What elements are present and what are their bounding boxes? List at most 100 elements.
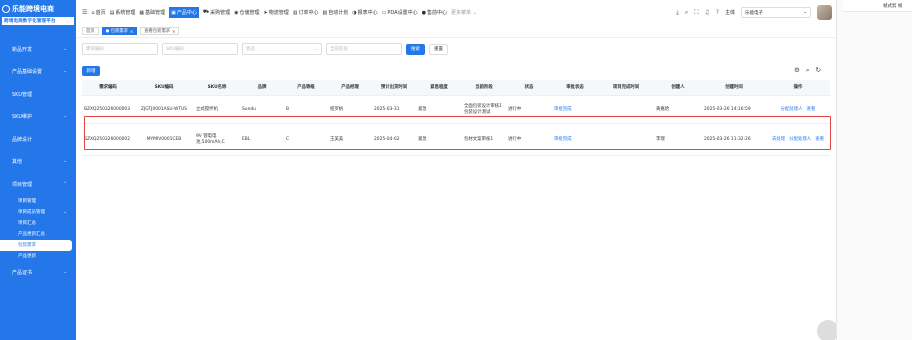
column-header: 紧急程度 bbox=[430, 84, 448, 90]
chevron-down-icon: ⌄ bbox=[63, 159, 67, 165]
sidebar-subitem-project-summary[interactable]: 项目汇总 bbox=[0, 218, 76, 229]
top-bar: ☰ ⌂ 首页 ▤ 系统管理 ▦ 基础管理 ▣ 产品中心 ⛟ 采购管理 ◉ 仓储管理 ➤ 物流管… bbox=[76, 0, 836, 25]
column-header: 当前阶段 bbox=[475, 84, 493, 90]
sidebar-subitem-product-update-summary[interactable]: 产品更新汇总 bbox=[0, 229, 76, 240]
column-header: 品牌 bbox=[257, 84, 267, 90]
close-icon[interactable]: × bbox=[172, 29, 175, 34]
sidebar: 乐能跨境电商 跨境电商数字化管理平台 新品开发 ⌄ 产品基础设置 ⌄ SKU管理 S… bbox=[0, 0, 76, 340]
sidebar-item-product-settings[interactable]: 产品基础设置 ⌄ bbox=[0, 61, 76, 84]
sidebar-item-product-certificate[interactable]: 产品证书 ⌄ bbox=[0, 262, 76, 285]
column-header: 产品等级 bbox=[297, 84, 315, 90]
cart-icon: ⛟ bbox=[202, 9, 210, 15]
topnav-product-center[interactable]: ▣ 产品中心 bbox=[169, 7, 199, 18]
sku-code-input[interactable]: SKU编码 bbox=[162, 43, 238, 55]
sidebar-subitem-label: 包装需求 bbox=[18, 243, 36, 248]
topnav-label: 基础管理 bbox=[145, 10, 166, 16]
side-panel: 帧式剪 帧 bbox=[836, 0, 912, 340]
product-icon: ▣ bbox=[171, 9, 176, 16]
topnav-basic[interactable]: ▦ 基础管理 bbox=[139, 9, 166, 17]
brand-subtitle: 跨境电商数字化管理平台 bbox=[2, 17, 74, 25]
sidebar-item-project-management[interactable]: 项目管理 ⌃ bbox=[0, 173, 76, 196]
plan-icon: ▧ bbox=[322, 9, 328, 16]
topnav-orders[interactable]: ▥ 订单中心 bbox=[293, 9, 319, 17]
tab-view-packaging-request[interactable]: 查看包装需求 × bbox=[140, 27, 180, 35]
chevron-down-icon: ⌄ bbox=[314, 46, 318, 52]
side-panel-header: 帧式剪 帧 bbox=[843, 0, 912, 12]
avatar[interactable] bbox=[817, 5, 832, 20]
download-icon[interactable]: ⤓ bbox=[676, 9, 679, 17]
table-header-row: 需求编码 SKU编码 SKU名称 品牌 产品等级 产品经理 预计出货时间 紧急程… bbox=[82, 80, 830, 96]
chevron-down-icon: ⌄ bbox=[63, 46, 67, 52]
search-icon[interactable]: ⌕ bbox=[685, 9, 688, 17]
sidebar-subitem-label: 产品更新 bbox=[18, 254, 36, 259]
topnav-label: 系统管理 bbox=[115, 10, 136, 16]
topnav-more[interactable]: 更多菜单 ⌄ bbox=[451, 9, 477, 16]
topnav-purchase[interactable]: ⛟ 采购管理 bbox=[203, 9, 230, 16]
view-link[interactable]: 查看 bbox=[807, 107, 816, 113]
topnav-label: 报表中心 bbox=[357, 10, 378, 16]
column-header: 状态 bbox=[524, 84, 534, 90]
topnav-warehouse[interactable]: ◉ 仓储管理 bbox=[234, 9, 259, 17]
menu-icon[interactable]: ☰ bbox=[82, 9, 87, 16]
column-header: 需求编码 bbox=[99, 84, 117, 90]
sidebar-item-label: SKU维护 bbox=[12, 114, 32, 121]
topnav-home[interactable]: ⌂ 首页 bbox=[91, 9, 105, 17]
chevron-down-icon: ⌄ bbox=[63, 209, 67, 215]
close-icon[interactable]: × bbox=[130, 29, 133, 34]
sidebar-subitem-project-members[interactable]: 项目成员管理 ⌄ bbox=[0, 207, 76, 218]
sidebar-item-new-product[interactable]: 新品开发 ⌄ bbox=[0, 38, 76, 61]
sidebar-subitem-packaging-request[interactable]: 包装需求 bbox=[0, 239, 72, 251]
topnav-label: 物流管理 bbox=[268, 10, 289, 16]
topnav-label: 更多菜单 ⌄ bbox=[450, 10, 477, 16]
brand-logo: 乐能跨境电商 跨境电商数字化管理平台 bbox=[0, 0, 76, 30]
sidebar-item-sku-maintenance[interactable]: SKU维护 ⌄ bbox=[0, 106, 76, 129]
chevron-up-icon: ⌃ bbox=[63, 181, 67, 187]
tab-bar: 首页 ● 包装需求 × 查看包装需求 × bbox=[76, 25, 836, 38]
refresh-icon[interactable]: ↻ bbox=[815, 66, 820, 75]
search-button[interactable]: 搜索 bbox=[406, 43, 425, 55]
top-nav: ⌂ 首页 ▤ 系统管理 ▦ 基础管理 ▣ 产品中心 ⛟ 采购管理 ◉ 仓储管理 ➤ 物流管理 … bbox=[91, 7, 477, 18]
reset-button[interactable]: 重置 bbox=[429, 43, 448, 55]
input-placeholder: SKU编码 bbox=[166, 47, 184, 52]
help-icon[interactable]: ? bbox=[716, 9, 719, 16]
truck-icon: ➤ bbox=[263, 9, 268, 16]
column-header: 产品经理 bbox=[341, 84, 359, 90]
topnav-auto-plan[interactable]: ▧ 自动计划 bbox=[322, 9, 349, 17]
tab-home[interactable]: 首页 bbox=[82, 27, 99, 35]
bell-icon[interactable]: ♫ bbox=[704, 9, 709, 16]
topnav-pda[interactable]: ▭ PDA设置中心 bbox=[382, 9, 418, 17]
status-select[interactable]: 状态 ⌄ bbox=[242, 43, 322, 55]
tab-packaging-request[interactable]: ● 包装需求 × bbox=[101, 27, 138, 35]
topnav-label: PDA设置中心 bbox=[387, 10, 418, 16]
topnav-label: 采购管理 bbox=[210, 10, 231, 16]
entity-select[interactable]: 乐能电子 ⌄ bbox=[741, 7, 811, 18]
topnav-label: 自动计划 bbox=[328, 10, 349, 16]
chevron-down-icon: ⌄ bbox=[63, 69, 67, 75]
brand-logo-icon bbox=[2, 5, 10, 13]
topnav-reports[interactable]: ◑ 报表中心 bbox=[352, 9, 378, 17]
topnav-system[interactable]: ▤ 系统管理 bbox=[110, 9, 136, 17]
sidebar-item-label: 其他 bbox=[12, 159, 23, 166]
column-header: SKU名称 bbox=[207, 84, 227, 90]
sidebar-item-other[interactable]: 其他 ⌄ bbox=[0, 151, 76, 174]
sidebar-subitem-project-management[interactable]: 项目管理 bbox=[0, 196, 76, 207]
input-placeholder: 需求编码 bbox=[86, 47, 104, 52]
sidebar-subitem-product-update[interactable]: 产品更新 bbox=[0, 251, 76, 262]
sidebar-item-label: 品牌设计 bbox=[12, 136, 33, 143]
settings-icon[interactable]: ⚙ bbox=[794, 66, 800, 75]
column-header: 创建时间 bbox=[725, 84, 743, 90]
brand-title: 乐能跨境电商 bbox=[2, 4, 74, 14]
chevron-down-icon: ⌄ bbox=[63, 114, 67, 120]
sidebar-item-brand-design[interactable]: 品牌设计 bbox=[0, 128, 76, 151]
add-button[interactable]: 新增 bbox=[82, 66, 100, 76]
sidebar-item-label: 产品证书 bbox=[12, 270, 33, 277]
row-highlight-box bbox=[84, 116, 831, 150]
topnav-presale[interactable]: ● 售前中心 bbox=[422, 9, 447, 17]
topnav-logistics[interactable]: ➤ 物流管理 bbox=[263, 9, 289, 17]
request-code-input[interactable]: 需求编码 bbox=[82, 43, 158, 55]
assign-handler-link[interactable]: 分配处理人 bbox=[781, 107, 803, 113]
search-icon[interactable]: ⌕ bbox=[806, 66, 810, 75]
fullscreen-icon[interactable]: ⛶ bbox=[694, 9, 698, 17]
sidebar-item-sku-management[interactable]: SKU管理 bbox=[0, 83, 76, 106]
stage-input[interactable]: 当前阶段 bbox=[326, 43, 402, 55]
